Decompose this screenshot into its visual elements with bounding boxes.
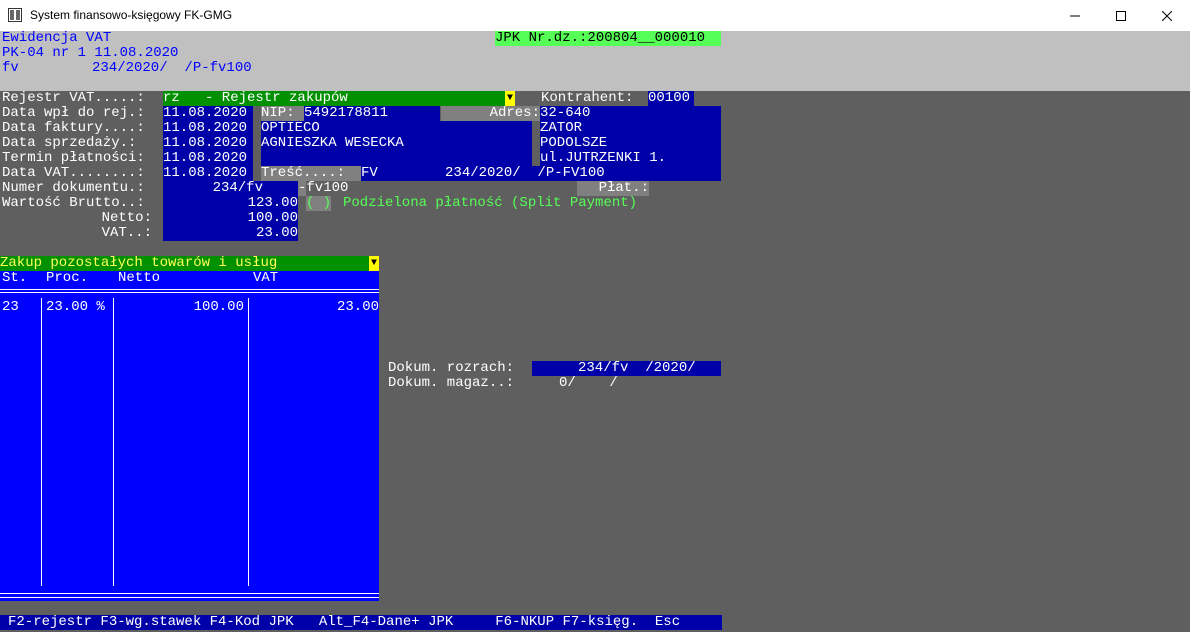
numer-field[interactable]: 234/fv <box>163 181 298 196</box>
rejestr-dropdown-icon[interactable]: ▼ <box>505 91 515 106</box>
maximize-button[interactable] <box>1098 0 1144 31</box>
table-type-dropdown-icon[interactable]: ▼ <box>369 256 379 271</box>
vat-field[interactable]: 23.00 <box>163 226 298 241</box>
table-footer-divider <box>0 593 379 594</box>
data-sprzedazy-label: Data sprzedaży.: <box>2 135 137 151</box>
termin-label: Termin płatności: <box>2 150 145 166</box>
data-faktury-label: Data faktury....: <box>2 120 145 136</box>
header-pk-number: PK-04 nr 1 11.08.2020 <box>2 45 179 61</box>
minimize-icon <box>1070 15 1080 16</box>
kontrahent-label: Kontrahent: <box>541 90 634 106</box>
kontrahent-name-1[interactable]: OPTIECO <box>261 121 532 136</box>
table-header-divider-2 <box>0 292 379 293</box>
vat-label: VAT..: <box>101 225 152 241</box>
cell-proc: 23.00 % <box>46 299 105 315</box>
split-payment-label: Podzielona płatność (Split Payment) <box>343 195 638 211</box>
cell-st: 23 <box>2 299 19 315</box>
data-vat-label: Data VAT........: <box>2 165 145 181</box>
nip-label: NIP: <box>261 106 304 121</box>
maximize-icon <box>1116 10 1126 21</box>
dokum-rozrach-field[interactable]: 234/fv /2020/ <box>532 361 721 376</box>
table-header-divider <box>0 289 379 290</box>
header-doc-ref: 234/2020/ /P-fv100 <box>92 60 252 76</box>
dokum-magaz-label: Dokum. magaz..: <box>388 375 515 391</box>
netto-field[interactable]: 100.00 <box>163 211 298 226</box>
table-footer-divider-2 <box>0 597 379 598</box>
tresc-field[interactable]: FV 234/2020/ /P-FV100 <box>361 166 721 181</box>
dokum-rozrach-label: Dokum. rozrach: <box>388 360 515 376</box>
vat-rates-table[interactable] <box>0 271 379 601</box>
numer-label: Numer dokumentu.: <box>2 180 145 196</box>
table-title[interactable]: Zakup pozostałych towarów i usług <box>0 256 370 271</box>
netto-label: Netto: <box>101 210 152 226</box>
numer-suffix-text: -fv100 <box>298 180 349 196</box>
split-payment-checkbox[interactable]: ( ) <box>306 196 332 211</box>
data-wpl-field[interactable]: 11.08.2020 <box>163 106 253 121</box>
column-divider <box>248 298 249 586</box>
col-header-vat: VAT <box>253 270 279 286</box>
brutto-field[interactable]: 123.00 <box>163 196 298 211</box>
header-doc-type: fv <box>2 60 19 76</box>
cell-vat: 23.00 <box>336 299 379 315</box>
adres-postal-field[interactable]: 32-640 <box>540 106 721 121</box>
kontrahent-name-2[interactable]: AGNIESZKA WESECKA <box>261 136 532 151</box>
dokum-magaz-field[interactable]: 0/ / <box>559 376 618 391</box>
close-icon <box>1162 10 1172 21</box>
close-button[interactable] <box>1144 0 1190 31</box>
data-wpl-label: Data wpł do rej.: <box>2 105 145 121</box>
kontrahent-field[interactable]: 00100 <box>648 91 694 106</box>
data-vat-field[interactable]: 11.08.2020 <box>163 166 253 181</box>
adres-region-field[interactable]: PODOLSZE <box>540 136 721 151</box>
jpk-number: JPK Nr.dz.:200804__000010 <box>495 31 721 46</box>
app-icon <box>8 8 22 22</box>
minimize-button[interactable] <box>1052 0 1098 31</box>
kontrahent-name-3[interactable] <box>261 151 532 166</box>
data-faktury-field[interactable]: 11.08.2020 <box>163 121 253 136</box>
header-module-title: Ewidencja VAT <box>2 30 112 46</box>
adres-street-field[interactable]: ul.JUTRZENKI 1. <box>540 151 721 166</box>
column-divider <box>113 298 114 586</box>
col-header-proc: Proc. <box>46 270 89 286</box>
column-divider <box>41 298 42 586</box>
brutto-label: Wartość Brutto..: <box>2 195 145 211</box>
adres-city-field[interactable]: ZATOR <box>540 121 721 136</box>
tresc-label: Treść....: <box>261 166 361 181</box>
col-header-st: St. <box>2 270 28 286</box>
rejestr-select[interactable]: rz - Rejestr zakupów <box>163 91 506 106</box>
termin-field[interactable]: 11.08.2020 <box>163 151 253 166</box>
data-sprzedazy-field[interactable]: 11.08.2020 <box>163 136 253 151</box>
window-title: System finansowo-księgowy FK-GMG <box>30 8 233 22</box>
plat-label: Płat.: <box>577 181 649 196</box>
window-titlebar: System finansowo-księgowy FK-GMG <box>0 0 1190 31</box>
col-header-netto: Netto <box>118 270 161 286</box>
rejestr-label: Rejestr VAT.....: <box>2 90 145 106</box>
cell-netto: 100.00 <box>193 299 244 315</box>
function-keys-bar[interactable]: F2-rejestr F3-wg.stawek F4-Kod JPK Alt_F… <box>0 615 722 630</box>
nip-field[interactable]: 5492178811 <box>304 106 440 121</box>
adres-label: Adres: <box>441 106 540 121</box>
